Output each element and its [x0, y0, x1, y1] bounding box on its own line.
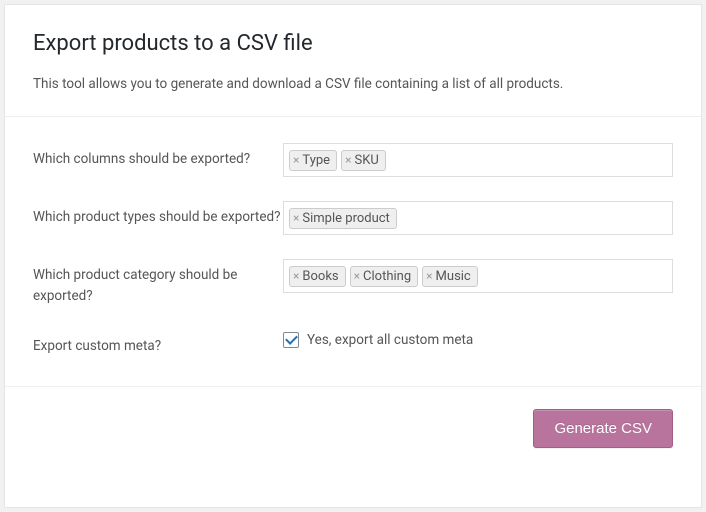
row-product-types: Which product types should be exported? …	[33, 189, 673, 247]
custom-meta-checkbox[interactable]	[283, 332, 299, 348]
tag-label: SKU	[354, 153, 378, 168]
remove-icon[interactable]: ×	[345, 154, 351, 166]
tag-simple-product: × Simple product	[289, 208, 397, 229]
panel-footer: Generate CSV	[5, 387, 701, 470]
tag-label: Books	[302, 269, 338, 284]
columns-input[interactable]: × Type × SKU	[283, 143, 673, 177]
custom-meta-checkbox-label[interactable]: Yes, export all custom meta	[307, 332, 473, 348]
tag-label: Music	[436, 269, 471, 284]
export-panel: Export products to a CSV file This tool …	[4, 4, 702, 508]
remove-icon[interactable]: ×	[293, 270, 299, 282]
tag-music: × Music	[422, 266, 478, 287]
generate-csv-button[interactable]: Generate CSV	[533, 409, 673, 448]
label-custom-meta: Export custom meta?	[33, 330, 283, 356]
page-title: Export products to a CSV file	[33, 31, 673, 56]
tag-label: Clothing	[363, 269, 411, 284]
form-section: Which columns should be exported? × Type…	[5, 116, 701, 387]
tag-label: Simple product	[302, 211, 389, 226]
remove-icon[interactable]: ×	[426, 270, 432, 282]
tag-clothing: × Clothing	[350, 266, 419, 287]
label-columns: Which columns should be exported?	[33, 143, 283, 169]
label-product-types: Which product types should be exported?	[33, 201, 283, 227]
label-categories: Which product category should be exporte…	[33, 259, 283, 306]
tag-type: × Type	[289, 150, 337, 171]
remove-icon[interactable]: ×	[293, 154, 299, 166]
product-types-input[interactable]: × Simple product	[283, 201, 673, 235]
tag-label: Type	[302, 153, 330, 168]
row-categories: Which product category should be exporte…	[33, 247, 673, 318]
remove-icon[interactable]: ×	[293, 212, 299, 224]
row-columns: Which columns should be exported? × Type…	[33, 131, 673, 189]
panel-header: Export products to a CSV file This tool …	[5, 5, 701, 116]
page-description: This tool allows you to generate and dow…	[33, 74, 673, 94]
tag-books: × Books	[289, 266, 346, 287]
row-custom-meta: Export custom meta? Yes, export all cust…	[33, 318, 673, 368]
tag-sku: × SKU	[341, 150, 386, 171]
categories-input[interactable]: × Books × Clothing × Music	[283, 259, 673, 293]
remove-icon[interactable]: ×	[354, 270, 360, 282]
